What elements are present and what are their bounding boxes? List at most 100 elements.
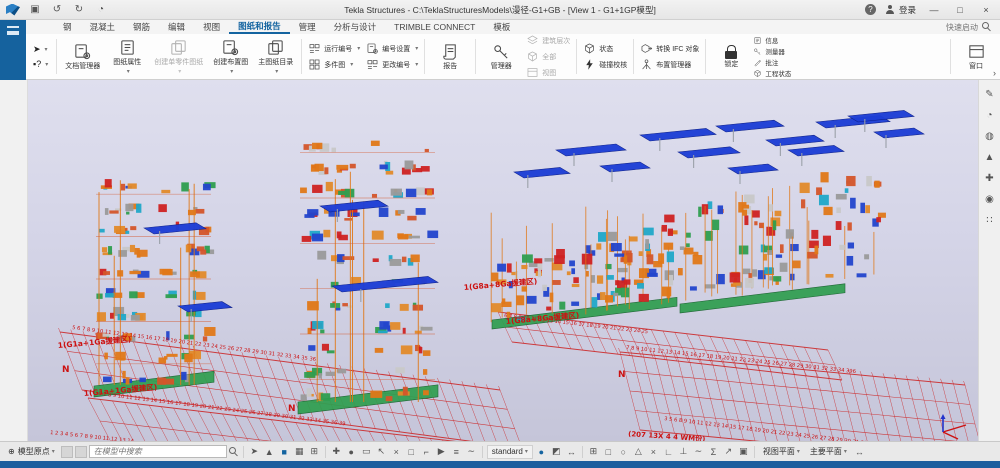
select-tool-button[interactable]: ➤ — [33, 44, 48, 55]
quick-launch-input[interactable] — [868, 23, 978, 32]
layout-manager-label: 布置管理器 — [656, 60, 691, 70]
snap-point-icon[interactable]: ▣ — [737, 445, 750, 459]
ortho-toggle-icon[interactable]: ◩ — [550, 445, 563, 459]
create-single-part-label: 创建单零件图纸 — [154, 59, 203, 67]
create-single-part-drawing-button: 创建单零件图纸 — [149, 35, 208, 78]
close-button[interactable]: × — [978, 5, 994, 15]
project-status-button[interactable]: 工程状态 — [753, 68, 791, 78]
select-object-icon[interactable]: ■ — [278, 445, 291, 459]
snap-switch-icon[interactable]: ● — [345, 445, 358, 459]
tab-steel[interactable]: 钢 — [54, 20, 81, 34]
hierarchy-all-label: 全部 — [542, 52, 556, 62]
tab-concrete[interactable]: 混凝土 — [81, 20, 125, 34]
plane-toggle-button[interactable] — [75, 446, 87, 458]
recent-icon[interactable]: ◔ — [982, 109, 998, 123]
snap-point-icon[interactable]: △ — [632, 445, 645, 459]
measure-button[interactable]: 测量器 — [753, 46, 791, 56]
organizer-button[interactable]: 管理器 — [479, 35, 523, 78]
model-origin-dropdown[interactable]: ⊕ 模型原点 — [4, 445, 59, 459]
change-numbering-label: 更改编号 — [382, 60, 410, 70]
snap-point-icon[interactable]: □ — [602, 445, 615, 459]
info-button[interactable]: 信息 — [753, 35, 791, 45]
redo-icon[interactable]: ↻ — [72, 4, 86, 15]
left-gutter — [0, 80, 28, 441]
snap-switch-icon[interactable]: ⌐ — [420, 445, 433, 459]
select-all-icon[interactable]: ⊞ — [308, 445, 321, 459]
add-pane-icon[interactable]: ✚ — [982, 172, 998, 186]
snap-point-icon[interactable]: ○ — [617, 445, 630, 459]
tab-rebar[interactable]: 钢筋 — [124, 20, 159, 34]
snap-switch-icon[interactable]: ✚ — [330, 445, 343, 459]
select-filter-tool-button[interactable]: ▪? — [33, 59, 48, 69]
clash-check-button[interactable]: 碰撞校核 — [580, 58, 630, 71]
snap-point-icon[interactable]: ∟ — [662, 445, 675, 459]
select-mode-icon[interactable]: ➤ — [248, 445, 261, 459]
model-viewport[interactable]: 1(G1a+1Ga援建区) 1(G1a+1Ga援建区) 1(G8a+8Ga援建区… — [28, 80, 978, 441]
model-search-icon[interactable] — [229, 447, 239, 457]
drag-toggle-icon[interactable]: ↔ — [565, 445, 578, 459]
help-icon[interactable]: ? — [865, 4, 876, 15]
tab-manage[interactable]: 管理 — [290, 20, 325, 34]
save-icon[interactable]: ▣ — [28, 4, 42, 15]
reports-button[interactable]: 报告 — [428, 35, 472, 78]
snap-switch-icon[interactable]: × — [390, 445, 403, 459]
snap-point-icon[interactable]: ⊥ — [677, 445, 690, 459]
lock-button[interactable]: 锁定 — [709, 35, 753, 78]
quick-launch[interactable] — [868, 22, 1000, 32]
change-numbering-button[interactable]: 更改编号 — [363, 58, 421, 71]
tab-template[interactable]: 模板 — [484, 20, 519, 34]
multi-drawing-button[interactable]: 多件图 — [305, 58, 363, 71]
snap-switch-icon[interactable]: ∼ — [465, 445, 478, 459]
status-button[interactable]: 状态 — [580, 42, 630, 55]
grid-toggle-button[interactable] — [61, 446, 73, 458]
select-assembly-icon[interactable]: ▲ — [263, 445, 276, 459]
apps-icon[interactable]: ∷ — [982, 214, 998, 228]
create-ga-drawing-button[interactable]: 创建布置图 — [208, 35, 253, 78]
snap-point-icon[interactable]: ∼ — [692, 445, 705, 459]
main-plane-dropdown[interactable]: 主要平面 — [806, 445, 851, 459]
components-icon[interactable]: ◍ — [982, 130, 998, 144]
north-marker: N — [618, 370, 626, 380]
snap-switch-icon[interactable]: ≡ — [450, 445, 463, 459]
drawing-properties-button[interactable]: 图纸属性 — [105, 35, 149, 78]
properties-icon[interactable]: ◉ — [982, 193, 998, 207]
model-search-input[interactable] — [89, 445, 227, 458]
file-menu-strip[interactable] — [0, 20, 26, 80]
tab-analysis-design[interactable]: 分析与设计 — [325, 20, 386, 34]
undo-icon[interactable]: ↺ — [50, 4, 64, 15]
upload-icon[interactable]: ▲ — [982, 151, 998, 165]
tab-trimble-connect[interactable]: TRIMBLE CONNECT — [385, 20, 484, 34]
snap-switch-icon[interactable]: □ — [405, 445, 418, 459]
minimize-button[interactable]: — — [926, 5, 942, 15]
login-button[interactable]: 登录 — [886, 4, 916, 16]
snap-point-icon[interactable]: ↗ — [722, 445, 735, 459]
snap-switch-icon[interactable]: ▭ — [360, 445, 373, 459]
selection-filter-value: standard — [492, 447, 523, 456]
view-plane-dropdown[interactable]: 视图平面 — [759, 445, 804, 459]
master-drawing-catalog-button[interactable]: 主图纸目录 — [253, 35, 298, 78]
pen-tool-icon[interactable]: ✎ — [982, 88, 998, 102]
selection-filter-dropdown[interactable]: standard — [487, 445, 533, 459]
annotate-button[interactable]: 批注 — [753, 57, 791, 67]
plane-swap-icon[interactable]: ↔ — [853, 445, 866, 459]
window-button[interactable]: 窗口 — [954, 35, 998, 78]
ribbon-expander[interactable]: › — [993, 68, 996, 78]
convert-ifc-button[interactable]: 转换 IFC 对象 — [637, 42, 702, 55]
numbering-settings-button[interactable]: 编号设置 — [363, 42, 421, 55]
tab-edit[interactable]: 编辑 — [159, 20, 194, 34]
document-manager-button[interactable]: 文档管理器 — [60, 35, 105, 78]
select-component-icon[interactable]: ▦ — [293, 445, 306, 459]
snap-point-icon[interactable]: × — [647, 445, 660, 459]
run-numbering-button[interactable]: 运行编号 — [305, 42, 363, 55]
snap-point-icon[interactable]: ⊞ — [587, 445, 600, 459]
layout-manager-button[interactable]: 布置管理器 — [637, 58, 702, 71]
snap-switch-icon[interactable]: ▶ — [435, 445, 448, 459]
multi-drawing-label: 多件图 — [324, 60, 345, 70]
tab-view[interactable]: 视图 — [194, 20, 229, 34]
snap-point-icon[interactable]: Σ — [707, 445, 720, 459]
snap-toggle-icon[interactable]: ● — [535, 445, 548, 459]
maximize-button[interactable]: □ — [952, 5, 968, 15]
snap-switch-icon[interactable]: ↖ — [375, 445, 388, 459]
history-icon[interactable]: ◔ — [94, 4, 108, 15]
tab-drawings-reports[interactable]: 图纸和报告 — [229, 20, 290, 34]
